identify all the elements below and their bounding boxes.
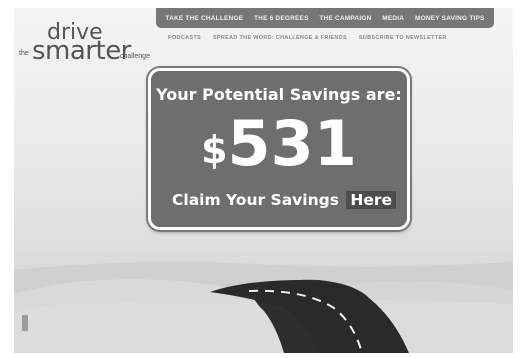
far-dune [14, 262, 513, 353]
subnav-podcasts[interactable]: PODCASTS [168, 35, 201, 41]
sand-foreground [14, 299, 513, 353]
nav-take-the-challenge[interactable]: TAKE THE CHALLENGE [165, 15, 243, 22]
subnav-subscribe-newsletter[interactable]: SUBSCRIBE TO NEWSLETTER [359, 35, 447, 41]
currency-symbol: $ [201, 128, 228, 172]
road [253, 279, 366, 353]
savings-amount: $531 [151, 109, 407, 179]
side-tab-handle[interactable] [22, 315, 28, 331]
subnav-spread-the-word[interactable]: SPREAD THE WORD: CHALLENGE & FRIENDS [213, 35, 347, 41]
nav-the-campaign[interactable]: THE CAMPAIGN [319, 15, 371, 22]
dune-left [14, 279, 244, 353]
claim-here-link[interactable]: Here [346, 191, 396, 209]
nav-money-saving-tips[interactable]: MONEY SAVING TIPS [415, 15, 485, 22]
top-navigation: TAKE THE CHALLENGE THE 6 DEGREES THE CAM… [156, 8, 494, 28]
savings-title: Your Potential Savings are: [156, 85, 402, 104]
road-shape [210, 280, 409, 353]
dune-right [264, 281, 513, 353]
page-frame: TAKE THE CHALLENGE THE 6 DEGREES THE CAM… [14, 8, 513, 353]
savings-sign: Your Potential Savings are: $531 Claim Y… [148, 68, 410, 230]
logo-challenge-text: challenge [120, 53, 150, 60]
claim-savings-line: Claim Your Savings Here [172, 191, 396, 209]
claim-text: Claim Your Savings [172, 191, 339, 209]
drive-smarter-logo[interactable]: drive the smarter challenge [19, 20, 169, 70]
road-center-line [248, 289, 363, 353]
logo-the-text: the [19, 50, 29, 57]
logo-smarter-text: smarter [32, 36, 131, 66]
savings-value: 531 [227, 107, 357, 180]
sub-navigation: PODCASTS SPREAD THE WORD: CHALLENGE & FR… [168, 35, 488, 41]
nav-the-6-degrees[interactable]: THE 6 DEGREES [254, 15, 309, 22]
nav-media[interactable]: MEDIA [382, 15, 404, 22]
